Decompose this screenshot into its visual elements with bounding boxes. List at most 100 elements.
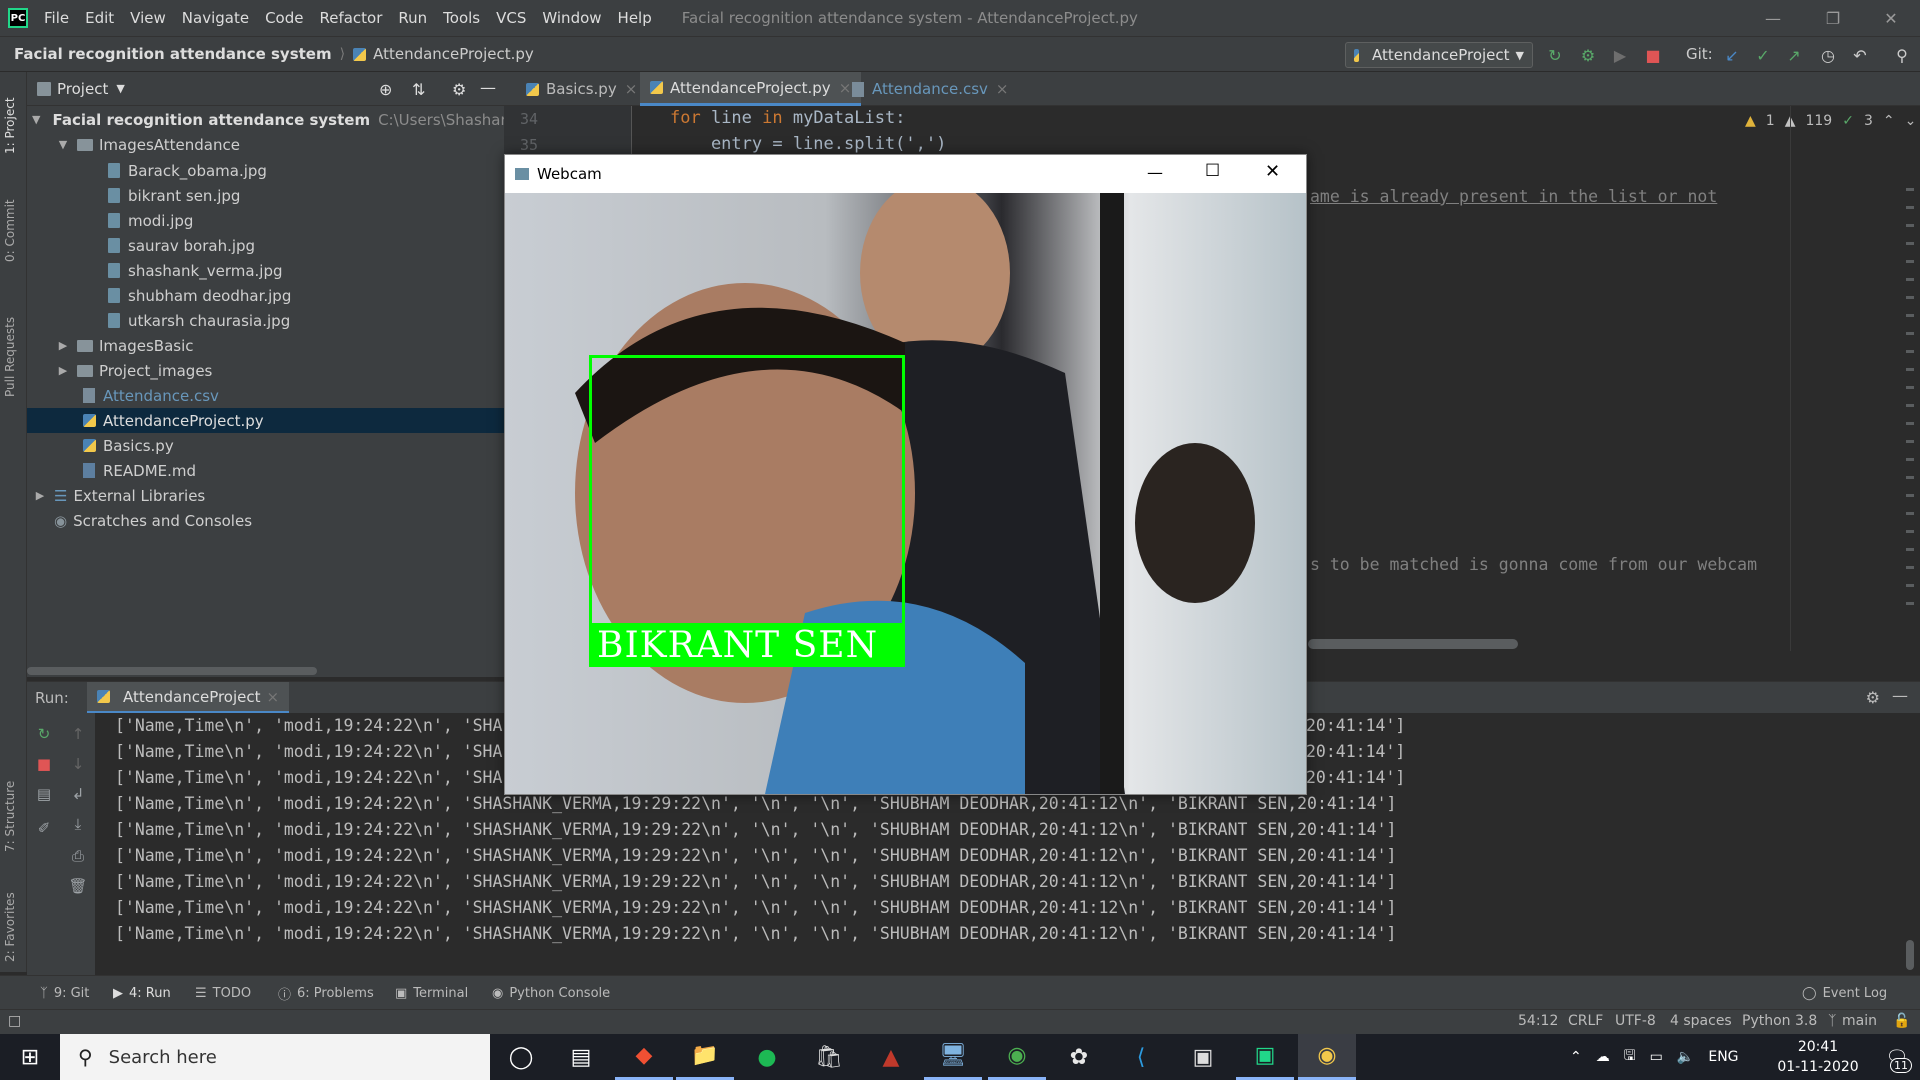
menu-run[interactable]: Run xyxy=(390,0,435,36)
tool-tab-structure[interactable]: 7: Structure xyxy=(3,762,23,852)
pycharm-app-icon[interactable]: ▣ xyxy=(1236,1034,1294,1080)
tree-file[interactable]: saurav borah.jpg xyxy=(108,233,255,258)
soft-wrap-icon[interactable]: ↲ xyxy=(67,783,89,805)
hide-icon[interactable]: — xyxy=(480,78,496,97)
git-update-icon[interactable]: ↙ xyxy=(1722,45,1742,65)
menu-help[interactable]: Help xyxy=(610,0,660,36)
language-indicator[interactable]: ENG xyxy=(1708,1049,1738,1065)
spotify-icon[interactable]: ● xyxy=(738,1034,796,1080)
chevron-up-icon[interactable]: ⌃ xyxy=(1570,1049,1582,1065)
run-configuration-select[interactable]: AttendanceProject ▼ xyxy=(1345,42,1533,68)
tool-problems[interactable]: ⓘ 6: Problems xyxy=(278,976,374,1010)
close-icon[interactable]: ✕ xyxy=(1862,0,1920,36)
minimize-icon[interactable]: — xyxy=(1744,0,1802,36)
status-encoding[interactable]: UTF-8 xyxy=(1615,1013,1656,1029)
tree-file[interactable]: modi.jpg xyxy=(108,208,193,233)
task-view-icon[interactable]: ▤ xyxy=(552,1034,610,1080)
arrow-up-icon[interactable]: ↑ xyxy=(67,723,89,745)
stop-icon[interactable]: ■ xyxy=(1643,45,1663,65)
store-icon[interactable]: 🛍 xyxy=(800,1034,858,1080)
cortana-icon[interactable]: ◯ xyxy=(492,1034,550,1080)
tree-file[interactable]: shubham deodhar.jpg xyxy=(108,283,291,308)
tool-run[interactable]: ▶ 4: Run xyxy=(113,976,171,1010)
collapse-all-icon[interactable]: ⇅ xyxy=(412,80,425,99)
paint-app-icon[interactable]: ✿ xyxy=(1050,1034,1108,1080)
print-icon[interactable]: ⎙ xyxy=(67,845,89,867)
tool-terminal[interactable]: ▣ Terminal xyxy=(395,976,468,1010)
git-push-icon[interactable]: ↗ xyxy=(1784,45,1804,65)
menu-file[interactable]: File xyxy=(36,0,77,36)
close-icon[interactable]: × xyxy=(625,80,638,98)
close-icon[interactable]: × xyxy=(996,80,1009,98)
layout-icon[interactable]: ▤ xyxy=(33,783,55,805)
tab-basics[interactable]: Basics.py × xyxy=(516,72,647,106)
tool-git[interactable]: ᛉ 9: Git xyxy=(40,976,89,1010)
debug-icon[interactable]: ⚙ xyxy=(1578,45,1598,65)
status-indent[interactable]: 4 spaces xyxy=(1670,1013,1732,1029)
tree-root[interactable]: ▼ Facial recognition attendance system C… xyxy=(32,107,571,132)
menu-view[interactable]: View xyxy=(122,0,174,36)
breadcrumb-file[interactable]: AttendanceProject.py xyxy=(373,45,534,63)
tree-folder-images-attendance[interactable]: ▼ ImagesAttendance xyxy=(55,132,240,157)
terminal-app-icon[interactable]: ▣ xyxy=(1174,1034,1232,1080)
chevron-down-icon[interactable]: ⌄ xyxy=(1905,113,1917,129)
rerun-icon[interactable]: ↻ xyxy=(33,723,55,745)
project-panel-title[interactable]: Project xyxy=(57,80,108,98)
breadcrumb-project[interactable]: Facial recognition attendance system xyxy=(14,45,332,63)
chevron-down-icon[interactable]: ▼ xyxy=(55,138,71,151)
taskbar-search-input[interactable]: ⚲ Search here xyxy=(60,1034,490,1080)
remote-desktop-icon[interactable]: 🖥 xyxy=(924,1034,982,1080)
chevron-right-icon[interactable]: ▶ xyxy=(55,339,71,352)
chevron-down-icon[interactable]: ▼ xyxy=(32,113,40,126)
tool-tab-project[interactable]: 1: Project xyxy=(3,84,23,154)
history-icon[interactable]: ◷ xyxy=(1818,45,1838,65)
tree-file[interactable]: Attendance.csv xyxy=(83,383,219,408)
status-interpreter[interactable]: Python 3.8 xyxy=(1742,1013,1817,1029)
tree-scratches[interactable]: ◉ Scratches and Consoles xyxy=(54,508,252,533)
notification-center-icon[interactable]: 🗨 xyxy=(1868,1034,1920,1080)
network-icon[interactable]: 🖫 xyxy=(1624,1045,1636,1069)
tool-tab-commit[interactable]: 0: Commit xyxy=(3,182,23,262)
tree-file[interactable]: utkarsh chaurasia.jpg xyxy=(108,308,290,333)
tree-folder-project-images[interactable]: ▶ Project_images xyxy=(55,358,213,383)
menu-vcs[interactable]: VCS xyxy=(488,0,534,36)
file-explorer-icon[interactable]: 📁 xyxy=(676,1034,734,1080)
locate-icon[interactable]: ⊕ xyxy=(379,80,392,99)
chevron-down-icon[interactable]: ▼ xyxy=(116,82,124,95)
rollback-icon[interactable]: ↶ xyxy=(1850,45,1870,65)
menu-code[interactable]: Code xyxy=(257,0,311,36)
tree-external-libraries[interactable]: ▶ ☰ External Libraries xyxy=(32,483,205,508)
console-scrollbar[interactable] xyxy=(1906,940,1914,970)
volume-icon[interactable]: 🔈 xyxy=(1677,1049,1694,1065)
menu-window[interactable]: Window xyxy=(534,0,609,36)
close-icon[interactable]: ✕ xyxy=(1265,161,1280,182)
status-line-separator[interactable]: CRLF xyxy=(1568,1013,1603,1029)
chevron-right-icon[interactable]: ▶ xyxy=(55,364,71,377)
menu-refactor[interactable]: Refactor xyxy=(311,0,390,36)
editor-horizontal-scrollbar[interactable] xyxy=(1308,639,1518,649)
menu-tools[interactable]: Tools xyxy=(435,0,488,36)
horizontal-scrollbar[interactable] xyxy=(27,667,317,675)
minimize-icon[interactable]: — xyxy=(1147,163,1163,182)
tree-file[interactable]: README.md xyxy=(83,458,196,483)
rerun-icon[interactable]: ↻ xyxy=(1545,45,1565,65)
menu-navigate[interactable]: Navigate xyxy=(174,0,257,36)
close-icon[interactable]: × xyxy=(267,688,280,706)
clock[interactable]: 20:41 01-11-2020 xyxy=(1768,1037,1868,1077)
python-app-icon[interactable]: ◉ xyxy=(1298,1034,1356,1080)
tree-file[interactable]: Basics.py xyxy=(83,433,174,458)
tree-file-selected[interactable]: AttendanceProject.py xyxy=(27,408,504,433)
tool-tab-favorites[interactable]: 2: Favorites xyxy=(3,872,23,962)
webcam-window[interactable]: Webcam — ☐ ✕ BIKRANT SEN xyxy=(504,154,1307,795)
restore-icon[interactable]: ❐ xyxy=(1804,0,1862,36)
run-tab[interactable]: AttendanceProject × xyxy=(87,682,290,714)
git-commit-icon[interactable]: ✓ xyxy=(1753,45,1773,65)
hide-icon[interactable]: — xyxy=(1892,686,1908,705)
toggle-tool-windows-icon[interactable]: □ xyxy=(8,1013,21,1029)
tree-file[interactable]: shashank_verma.jpg xyxy=(108,258,283,283)
trash-icon[interactable]: 🗑 xyxy=(67,875,89,897)
onedrive-icon[interactable]: ☁ xyxy=(1596,1049,1610,1065)
tool-event-log[interactable]: ◯ Event Log xyxy=(1802,976,1887,1010)
tool-todo[interactable]: ☰ TODO xyxy=(195,976,251,1010)
arrow-down-icon[interactable]: ↓ xyxy=(67,753,89,775)
